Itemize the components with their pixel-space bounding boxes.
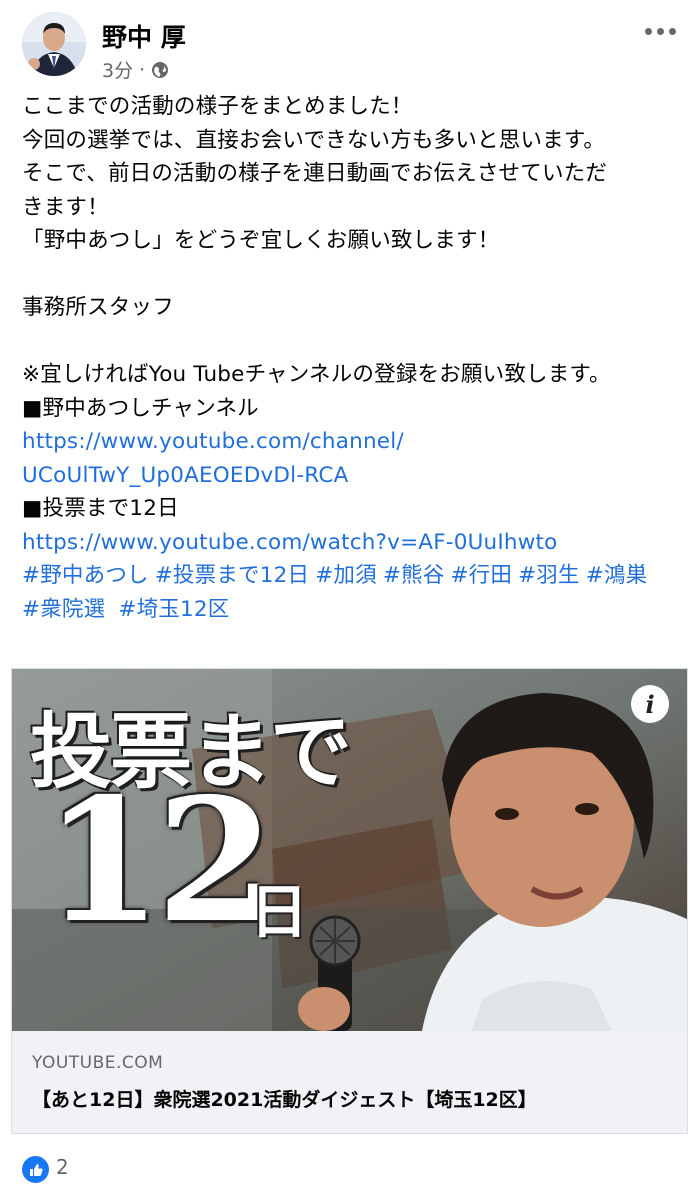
post-line: そこで、前日の活動の様子を連日動画でお伝えさせていただ xyxy=(22,161,608,186)
post-meta: 3分 · xyxy=(102,56,169,83)
post-line: きます！ xyxy=(22,194,109,220)
post-line-blank xyxy=(22,258,682,292)
thumbs-up-icon xyxy=(29,1163,43,1176)
hashtag-link[interactable]: #鴻巣 xyxy=(586,563,648,588)
hashtag-link[interactable]: #行田 xyxy=(450,563,512,588)
globe-icon xyxy=(152,61,169,78)
avatar-photo xyxy=(22,12,86,76)
hashtag-link[interactable]: #羽生 xyxy=(518,563,580,588)
thumbnail-number: 12 xyxy=(44,761,275,961)
link-title[interactable]: 【あと12日】衆院選2021活動ダイジェスト【埼玉12区】 xyxy=(32,1085,537,1112)
meta-separator: · xyxy=(139,58,146,81)
post-line: 「野中あつし」をどうぞ宜しくお願い致します！ xyxy=(22,228,500,253)
like-count[interactable]: 2 xyxy=(56,1155,69,1179)
channel-link-continued[interactable]: UCoUlTwY_Up0AEOEDvDl-RCA xyxy=(22,463,348,488)
like-reaction-icon[interactable] xyxy=(22,1156,49,1183)
post-line: 事務所スタッフ xyxy=(22,295,174,320)
post-line: ※宜しければYou Tubeチャンネルの登録をお願い致します。 xyxy=(22,362,611,387)
post-header: 野中 厚 3分 · xyxy=(0,0,698,90)
hashtag-link[interactable]: #熊谷 xyxy=(383,563,445,588)
card-caption[interactable]: YOUTUBE.COM 【あと12日】衆院選2021活動ダイジェスト【埼玉12区… xyxy=(12,1031,687,1133)
post-body: ここまでの活動の様子をまとめました！ 今回の選挙では、直接お会いできない方も多い… xyxy=(22,90,682,626)
post-line: ■野中あつしチャンネル xyxy=(22,395,259,421)
author-name[interactable]: 野中 厚 xyxy=(102,18,186,54)
post-line: ここまでの活動の様子をまとめました！ xyxy=(22,94,413,119)
post-time[interactable]: 3分 xyxy=(102,56,133,83)
video-thumbnail[interactable]: 投票まで 12 日 i xyxy=(12,669,687,1031)
vote-heading: ■投票まで12日 xyxy=(22,496,179,521)
reactions-bar: 2 xyxy=(0,1134,698,1200)
hashtag-link[interactable]: #野中あつし xyxy=(22,563,149,588)
hashtags-row-2: #衆院選 #埼玉12区 xyxy=(22,593,682,627)
hashtag-link[interactable]: #加須 xyxy=(315,563,377,588)
hashtag-link[interactable]: #投票まで12日 xyxy=(155,563,309,588)
avatar[interactable] xyxy=(22,12,86,76)
thumbnail-unit: 日 xyxy=(250,878,309,946)
hashtag-link[interactable]: #埼玉12区 xyxy=(111,597,229,622)
more-options-icon[interactable] xyxy=(645,28,676,35)
info-icon[interactable]: i xyxy=(631,685,669,723)
post-line-blank xyxy=(22,325,682,359)
link-domain: YOUTUBE.COM xyxy=(32,1053,164,1073)
channel-link[interactable]: https://www.youtube.com/channel/ xyxy=(22,429,404,454)
link-preview-card[interactable]: 投票まで 12 日 i YOUTUBE.COM 【あと12日】衆院選2021活動… xyxy=(11,668,688,1134)
hashtags-row-1: #野中あつし #投票まで12日 #加須 #熊谷 #行田 #羽生 #鴻巣 xyxy=(22,559,682,593)
video-link[interactable]: https://www.youtube.com/watch?v=AF-0UuIh… xyxy=(22,530,558,555)
hashtag-link[interactable]: #衆院選 xyxy=(22,597,105,622)
post-line: 今回の選挙では、直接お会いできない方も多いと思います。 xyxy=(22,127,606,153)
